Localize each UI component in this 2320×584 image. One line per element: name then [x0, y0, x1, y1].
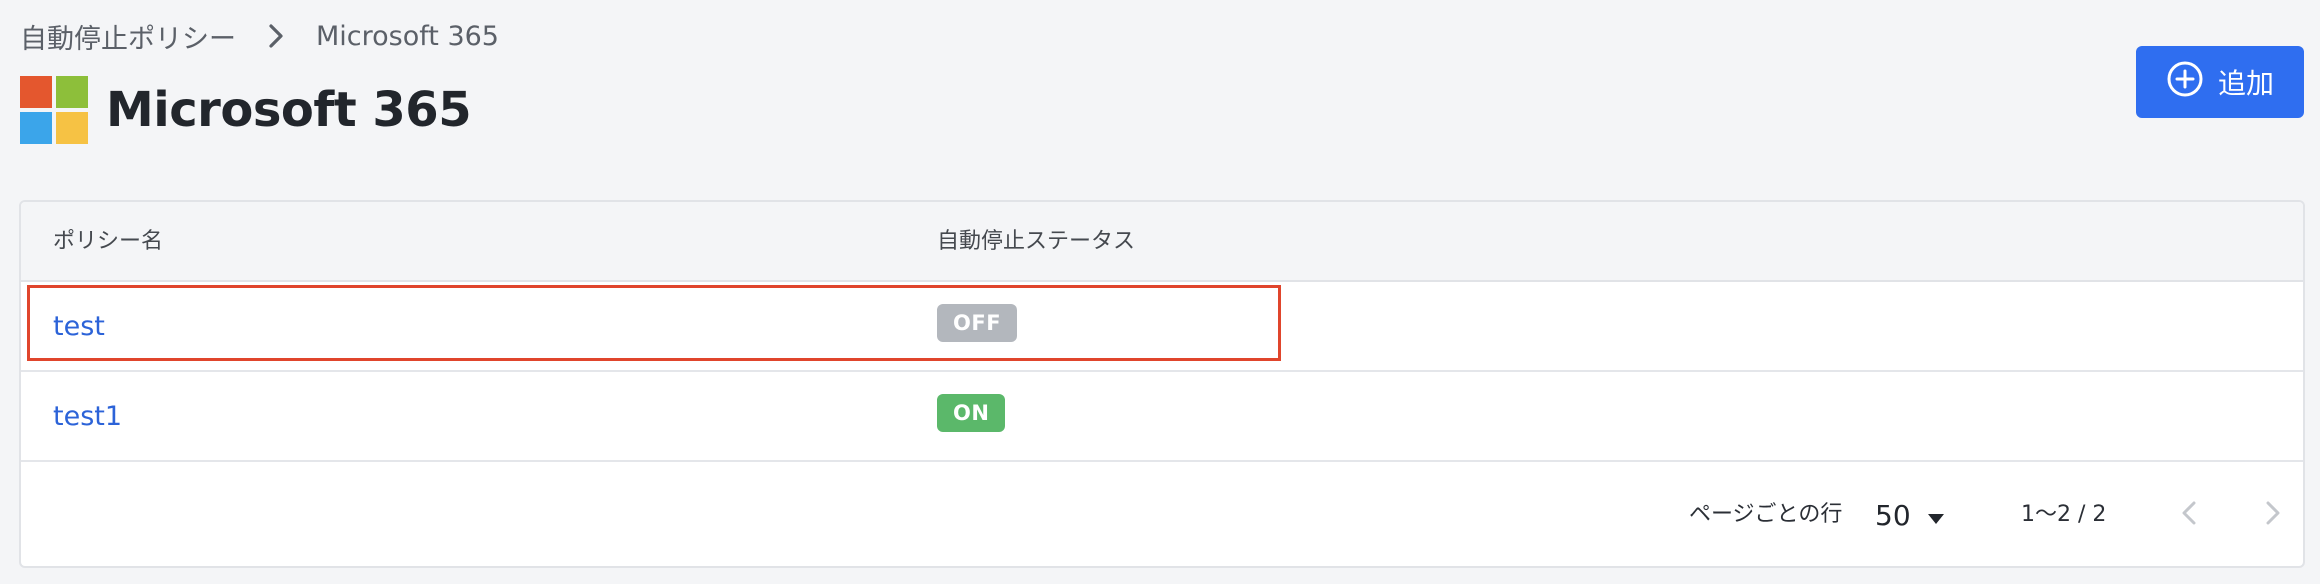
- rows-per-page-value: 50: [1875, 498, 1911, 532]
- table-row[interactable]: test OFF: [21, 282, 2303, 372]
- rows-per-page-label: ページごとの行: [1689, 502, 1843, 527]
- pagination-range: 1〜2 / 2: [2021, 502, 2107, 527]
- chevron-left-icon: [2181, 500, 2197, 530]
- caret-down-icon: [1927, 499, 1945, 532]
- breadcrumb-current: Microsoft 365: [316, 20, 499, 52]
- page: 自動停止ポリシー Microsoft 365 Microsoft 365 追加 …: [0, 0, 2320, 584]
- next-page-button[interactable]: [2253, 495, 2293, 535]
- highlight-box: [27, 285, 1281, 361]
- table-row[interactable]: test1 ON: [21, 372, 2303, 462]
- policy-name-link[interactable]: test: [53, 282, 105, 372]
- previous-page-button[interactable]: [2169, 495, 2209, 535]
- column-header-auto-stop-status: 自動停止ステータス: [937, 229, 1136, 254]
- chevron-right-icon: [236, 23, 316, 49]
- chevron-right-icon: [2265, 500, 2281, 530]
- column-header-policy-name: ポリシー名: [53, 229, 164, 254]
- add-button-label: 追加: [2217, 67, 2274, 100]
- status-badge: ON: [937, 394, 1006, 432]
- breadcrumb: 自動停止ポリシー Microsoft 365: [20, 17, 499, 56]
- microsoft-logo-icon: [20, 76, 88, 144]
- page-title: Microsoft 365: [106, 82, 472, 138]
- plus-circle-icon: [2166, 60, 2204, 105]
- page-header: Microsoft 365: [20, 74, 472, 146]
- policy-name-link[interactable]: test1: [53, 372, 122, 462]
- add-button[interactable]: 追加: [2136, 46, 2304, 118]
- table-pagination: ページごとの行 50 1〜2 / 2: [21, 462, 2303, 566]
- rows-per-page-select[interactable]: 50: [1875, 492, 1965, 538]
- policy-table: ポリシー名 自動停止ステータス test OFF test1 ON ページごとの…: [19, 200, 2305, 568]
- status-badge: OFF: [937, 304, 1018, 342]
- table-header: ポリシー名 自動停止ステータス: [21, 202, 2303, 282]
- breadcrumb-parent-link[interactable]: 自動停止ポリシー: [20, 17, 236, 56]
